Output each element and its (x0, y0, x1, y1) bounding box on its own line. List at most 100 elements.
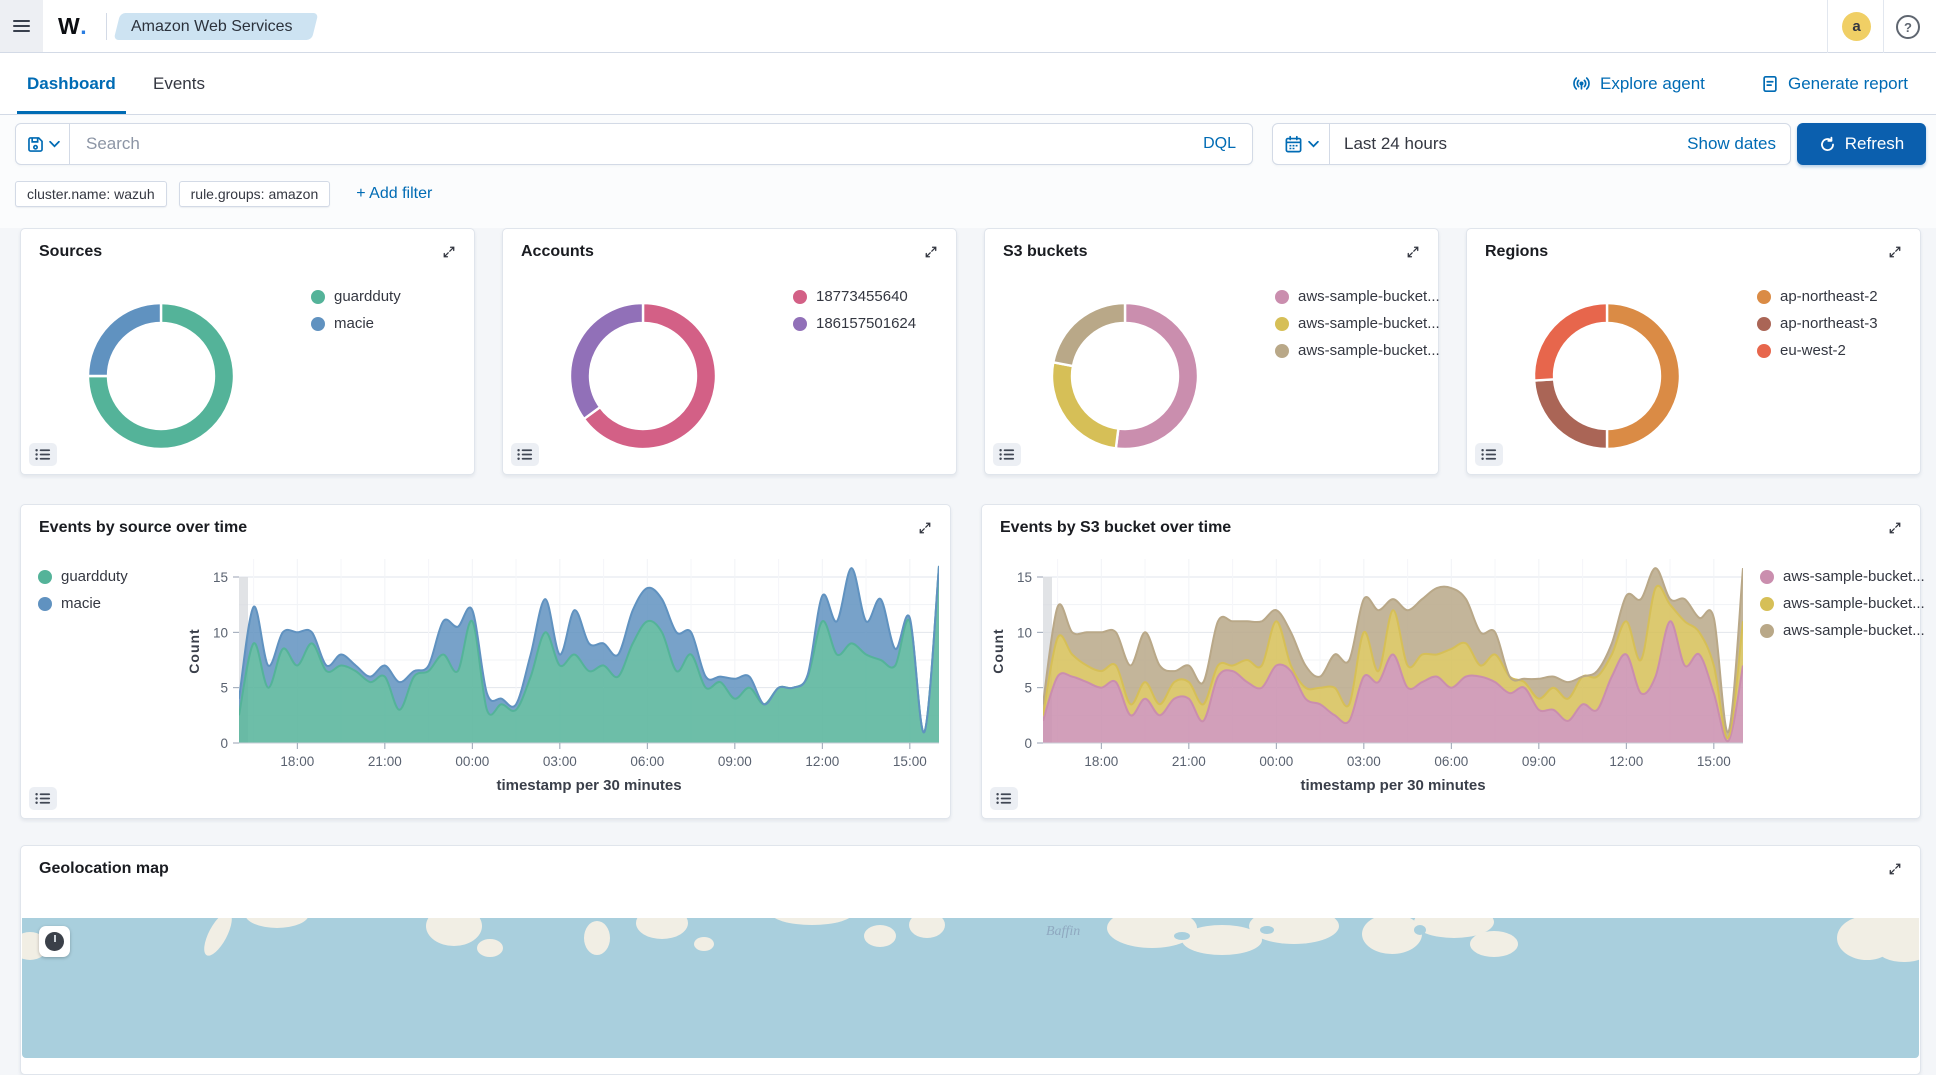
legend-label: aws-sample-bucket... (1783, 595, 1925, 612)
expand-icon[interactable] (1882, 239, 1908, 265)
geolocation-map[interactable]: Baffin (22, 918, 1919, 1058)
expand-icon[interactable] (918, 239, 944, 265)
show-dates-button[interactable]: Show dates (1673, 124, 1790, 164)
inspect-button[interactable] (511, 443, 539, 466)
donut-slice-ap-northeast-2[interactable] (1607, 303, 1680, 449)
legend-dot-icon (1275, 290, 1289, 304)
wazuh-logo: W. (58, 0, 86, 52)
legend-item[interactable]: macie (311, 310, 401, 337)
legend-label: guardduty (334, 288, 401, 305)
map-canvas (22, 918, 1919, 1058)
svg-text:10: 10 (1017, 625, 1032, 640)
inspect-button[interactable] (993, 443, 1021, 466)
svg-text:18:00: 18:00 (280, 754, 314, 769)
add-filter-button[interactable]: + Add filter (350, 184, 438, 204)
donut-slice-macie[interactable] (88, 303, 161, 376)
legend-dot-icon (1760, 624, 1774, 638)
panel-accounts: Accounts 18773455640186157501624 (502, 228, 957, 475)
svg-text:06:00: 06:00 (630, 754, 664, 769)
legend-label: 18773455640 (816, 288, 908, 305)
legend-dot-icon (1275, 344, 1289, 358)
tab-events[interactable]: Events (143, 53, 215, 114)
svg-text:0: 0 (220, 736, 228, 751)
inspect-button[interactable] (29, 787, 57, 810)
refresh-icon (1819, 136, 1836, 153)
svg-text:21:00: 21:00 (368, 754, 402, 769)
svg-text:06:00: 06:00 (1434, 754, 1468, 769)
legend-label: aws-sample-bucket... (1783, 622, 1925, 639)
legend-item[interactable]: aws-sample-bucket... (1760, 590, 1925, 617)
inspect-button[interactable] (990, 787, 1018, 810)
avatar[interactable]: a (1842, 12, 1871, 41)
breadcrumb[interactable]: Amazon Web Services (117, 13, 315, 40)
svg-text:timestamp per 30 minutes: timestamp per 30 minutes (496, 777, 681, 794)
header-divider (106, 13, 107, 40)
legend-item[interactable]: guardduty (38, 563, 128, 590)
donut-slice-aws-sample-bucket...[interactable] (1052, 362, 1118, 448)
legend-item[interactable]: ap-northeast-3 (1757, 310, 1878, 337)
legend-label: 186157501624 (816, 315, 916, 332)
filter-pill-rule-groups[interactable]: rule.groups: amazon (179, 181, 331, 207)
legend-item[interactable]: aws-sample-bucket... (1760, 563, 1925, 590)
svg-text:03:00: 03:00 (1347, 754, 1381, 769)
panel-events-by-s3-bucket: Events by S3 bucket over time 05101518:0… (981, 504, 1921, 819)
expand-icon[interactable] (436, 239, 462, 265)
svg-text:10: 10 (213, 625, 228, 640)
legend-item[interactable]: aws-sample-bucket... (1275, 310, 1440, 337)
report-document-icon (1761, 75, 1779, 93)
legend-item[interactable]: macie (38, 590, 128, 617)
donut-slice-eu-west-2[interactable] (1534, 303, 1607, 381)
refresh-button[interactable]: Refresh (1797, 123, 1926, 165)
generate-report-button[interactable]: Generate report (1755, 53, 1914, 114)
map-timeslider-icon[interactable] (39, 926, 70, 957)
header-divider (1827, 0, 1828, 53)
inspect-button[interactable] (1475, 443, 1503, 466)
chevron-down-icon (49, 140, 60, 148)
donut-slice-aws-sample-bucket...[interactable] (1053, 303, 1125, 366)
svg-text:03:00: 03:00 (543, 754, 577, 769)
save-query-button[interactable] (16, 124, 70, 164)
legend-dot-icon (1760, 570, 1774, 584)
filter-pill-cluster[interactable]: cluster.name: wazuh (15, 181, 167, 207)
legend-item[interactable]: aws-sample-bucket... (1760, 617, 1925, 644)
legend-item[interactable]: eu-west-2 (1757, 337, 1878, 364)
legend-item[interactable]: aws-sample-bucket... (1275, 283, 1440, 310)
legend-label: eu-west-2 (1780, 342, 1846, 359)
legend-dot-icon (38, 570, 52, 584)
legend-item[interactable]: aws-sample-bucket... (1275, 337, 1440, 364)
svg-text:15: 15 (213, 570, 228, 585)
donut-slice-186157501624[interactable] (570, 303, 643, 419)
legend-label: ap-northeast-3 (1780, 315, 1878, 332)
panel-title: S3 buckets (1003, 243, 1087, 261)
svg-text:12:00: 12:00 (1609, 754, 1643, 769)
legend-label: aws-sample-bucket... (1298, 315, 1440, 332)
legend-item[interactable]: 186157501624 (793, 310, 916, 337)
legend-dot-icon (1757, 290, 1771, 304)
search-input[interactable] (70, 124, 1187, 164)
time-range-value[interactable]: Last 24 hours (1330, 124, 1673, 164)
legend-label: aws-sample-bucket... (1298, 342, 1440, 359)
legend-dot-icon (1760, 597, 1774, 611)
legend-dot-icon (793, 290, 807, 304)
expand-icon[interactable] (1882, 856, 1908, 882)
calendar-button[interactable] (1273, 124, 1330, 164)
donut-slice-ap-northeast-3[interactable] (1534, 379, 1607, 449)
legend-label: macie (61, 595, 101, 612)
help-icon[interactable]: ? (1896, 15, 1920, 39)
legend-dot-icon (1757, 317, 1771, 331)
legend-item[interactable]: 18773455640 (793, 283, 916, 310)
donut-slice-aws-sample-bucket...[interactable] (1116, 303, 1198, 449)
panel-regions: Regions ap-northeast-2ap-northeast-3eu-w… (1466, 228, 1921, 475)
svg-text:09:00: 09:00 (718, 754, 752, 769)
menu-icon[interactable] (0, 0, 43, 52)
legend-item[interactable]: guardduty (311, 283, 401, 310)
legend-dot-icon (311, 317, 325, 331)
inspect-button[interactable] (29, 443, 57, 466)
antenna-icon (1572, 74, 1591, 93)
tab-dashboard[interactable]: Dashboard (17, 53, 126, 114)
explore-agent-button[interactable]: Explore agent (1566, 53, 1711, 114)
query-language-button[interactable]: DQL (1187, 124, 1252, 164)
legend-item[interactable]: ap-northeast-2 (1757, 283, 1878, 310)
expand-icon[interactable] (1400, 239, 1426, 265)
svg-text:5: 5 (220, 681, 228, 696)
